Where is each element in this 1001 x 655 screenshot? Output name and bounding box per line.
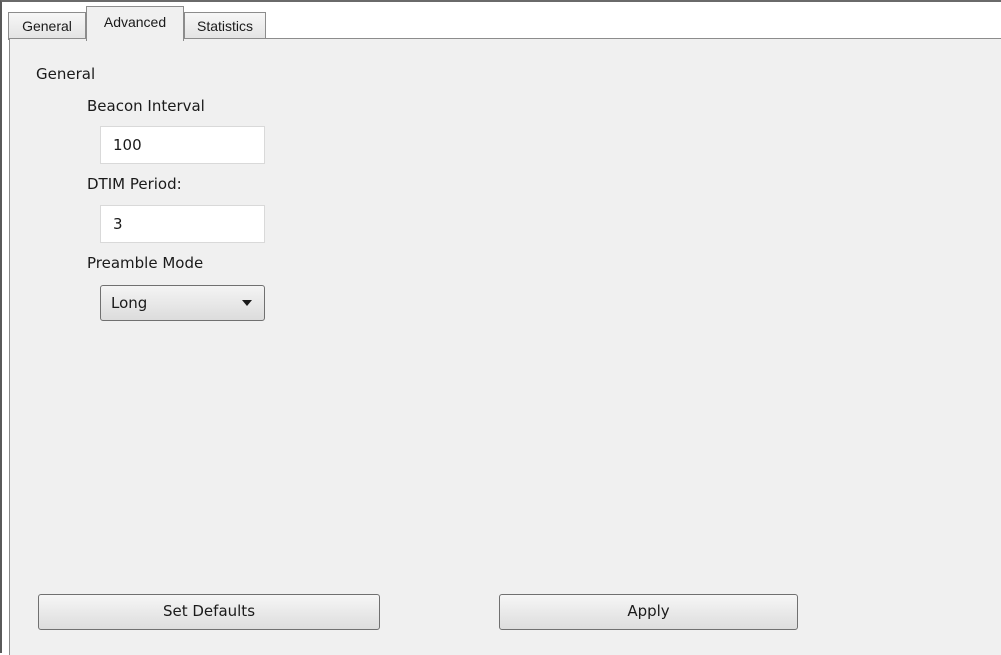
preamble-mode-label: Preamble Mode xyxy=(87,254,204,272)
advanced-settings-window: General Advanced Statistics General Beac… xyxy=(0,0,1001,655)
tab-statistics[interactable]: Statistics xyxy=(184,12,266,40)
beacon-interval-label: Beacon Interval xyxy=(87,97,205,115)
preamble-mode-value: Long xyxy=(111,294,148,312)
tab-strip: General Advanced Statistics xyxy=(4,4,1001,41)
beacon-interval-input[interactable] xyxy=(100,126,265,164)
advanced-panel: General Beacon Interval DTIM Period: Pre… xyxy=(9,38,1001,655)
chevron-down-icon xyxy=(242,300,252,306)
tab-general[interactable]: General xyxy=(8,12,86,40)
tab-advanced[interactable]: Advanced xyxy=(86,6,184,41)
general-group-label: General xyxy=(36,65,96,83)
apply-button[interactable]: Apply xyxy=(499,594,798,630)
preamble-mode-select[interactable]: Long xyxy=(100,285,265,321)
set-defaults-button[interactable]: Set Defaults xyxy=(38,594,380,630)
dtim-period-input[interactable] xyxy=(100,205,265,243)
dtim-period-label: DTIM Period: xyxy=(87,175,182,193)
